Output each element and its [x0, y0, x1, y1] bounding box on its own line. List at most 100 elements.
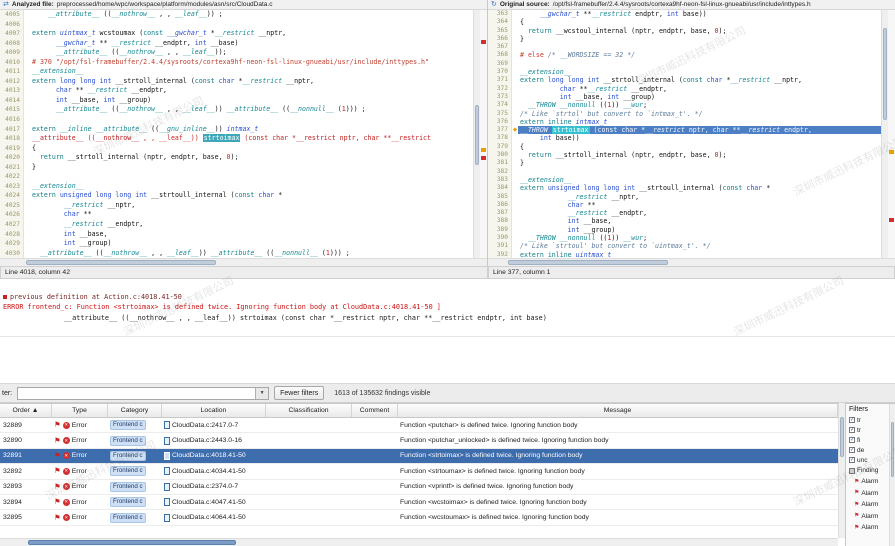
code-line[interactable]: 379{: [488, 143, 881, 151]
filter-checkbox-item[interactable]: ✓fi: [846, 435, 895, 445]
right-vertical-scrollbar-thumb[interactable]: [883, 28, 887, 120]
code-line[interactable]: 4009 __attribute__ ((__nothrow__ , , __l…: [0, 48, 473, 58]
column-header-type[interactable]: Type: [52, 404, 108, 417]
left-horizontal-scrollbar-thumb[interactable]: [26, 260, 216, 265]
code-line[interactable]: 385 __restrict __nptr,: [488, 193, 881, 201]
table-row[interactable]: 32889⚑✕ErrorFrontend cCloudData.c:2417.0…: [0, 418, 838, 433]
code-line[interactable]: 367: [488, 43, 881, 51]
code-line[interactable]: 4019{: [0, 144, 473, 154]
error-mark-tick[interactable]: [481, 40, 486, 44]
fewer-filters-button[interactable]: Fewer filters: [274, 386, 324, 400]
code-line[interactable]: 4016: [0, 115, 473, 125]
code-line[interactable]: 4012extern long long int __strtoll_inter…: [0, 77, 473, 87]
code-line[interactable]: 377◆__THROW strtoimax (const char *__res…: [488, 126, 881, 134]
filters-panel-scrollbar[interactable]: [889, 404, 895, 546]
table-vertical-scrollbar[interactable]: [838, 403, 845, 538]
right-horizontal-scrollbar[interactable]: [488, 258, 895, 266]
column-header-location[interactable]: Location: [162, 404, 266, 417]
filter-group-finding[interactable]: Finding: [846, 465, 895, 476]
filter-checkbox-item[interactable]: ✓de: [846, 445, 895, 455]
warning-mark-tick[interactable]: [889, 150, 894, 154]
code-line[interactable]: 381}: [488, 159, 881, 167]
left-vertical-scrollbar-thumb[interactable]: [475, 105, 479, 165]
code-line[interactable]: 384extern unsigned long long int __strto…: [488, 184, 881, 192]
table-horizontal-scrollbar-thumb[interactable]: [28, 540, 236, 545]
code-line[interactable]: 374 __THROW __nonnull ((1)) __wur;: [488, 101, 881, 109]
filter-checkbox-item[interactable]: ✓tr: [846, 425, 895, 435]
table-vertical-scrollbar-thumb[interactable]: [840, 417, 844, 457]
filter-checkbox-item[interactable]: ✓unc: [846, 455, 895, 465]
checkbox[interactable]: ✓: [849, 437, 855, 443]
column-header-category[interactable]: Category: [108, 404, 162, 417]
filter-checkbox-item[interactable]: ✓tr: [846, 415, 895, 425]
filter-combobox[interactable]: ▼: [17, 387, 269, 400]
code-line[interactable]: 4014 int __base, int __group): [0, 96, 473, 106]
code-line[interactable]: 387 __restrict __endptr,: [488, 209, 881, 217]
checkbox[interactable]: ✓: [849, 447, 855, 453]
sync-panes-icon[interactable]: ⇄: [3, 1, 9, 8]
code-line[interactable]: 382: [488, 168, 881, 176]
code-line[interactable]: 4011__extension__: [0, 67, 473, 77]
table-row[interactable]: 32894⚑✕ErrorFrontend cCloudData.c:4047.4…: [0, 495, 838, 510]
column-header-order[interactable]: Order ▲: [0, 404, 52, 417]
tristate-checkbox[interactable]: [849, 468, 855, 474]
code-line[interactable]: 370__extension__: [488, 68, 881, 76]
code-line[interactable]: 4015 __attribute__ ((__nothrow__ , , __l…: [0, 105, 473, 115]
refresh-icon[interactable]: ↻: [491, 1, 497, 8]
code-line[interactable]: 390 __THROW __nonnull ((1)) __wur;: [488, 234, 881, 242]
filter-tree-item-alarm[interactable]: ⚑Alarm: [846, 511, 895, 523]
right-horizontal-scrollbar-thumb[interactable]: [508, 260, 668, 265]
right-vertical-scrollbar[interactable]: [881, 10, 888, 258]
code-line[interactable]: 365 return __wcstoul_internal (nptr, end…: [488, 27, 881, 35]
code-line[interactable]: 364{: [488, 18, 881, 26]
code-line[interactable]: 4010# 370 "/opt/fsl-framebuffer/2.4.4/sy…: [0, 58, 473, 68]
code-line[interactable]: 4020 return __strtoll_internal (nptr, en…: [0, 153, 473, 163]
original-source-body[interactable]: 363 __gwchar_t **__restrict endptr, int …: [488, 10, 895, 258]
checkbox[interactable]: ✓: [849, 457, 855, 463]
code-line[interactable]: 372 char **__restrict __endptr,: [488, 85, 881, 93]
table-row[interactable]: 32893⚑✕ErrorFrontend cCloudData.c:2374.0…: [0, 480, 838, 495]
filters-panel-scrollbar-thumb[interactable]: [891, 422, 894, 477]
column-header-classification[interactable]: Classification: [266, 404, 352, 417]
analyzed-code-lines[interactable]: 4005 __attribute__ ((__nothrow__ , , __l…: [0, 10, 473, 258]
table-row[interactable]: 32891⚑✕ErrorFrontend cCloudData.c:4018.4…: [0, 449, 838, 464]
chevron-down-icon[interactable]: ▼: [255, 388, 268, 399]
error-mark-tick[interactable]: [481, 156, 486, 160]
left-horizontal-scrollbar[interactable]: [0, 258, 487, 266]
left-vertical-scrollbar[interactable]: [473, 10, 480, 258]
code-line[interactable]: 375/* Like `strtol' but convert to `intm…: [488, 110, 881, 118]
checkbox[interactable]: ✓: [849, 427, 855, 433]
analyzed-file-body[interactable]: 4005 __attribute__ ((__nothrow__ , , __l…: [0, 10, 487, 258]
table-row[interactable]: 32892⚑✕ErrorFrontend cCloudData.c:4034.4…: [0, 464, 838, 479]
error-message-line[interactable]: ERROR frontend_c: Function <strtoimax> i…: [0, 303, 895, 311]
code-line[interactable]: 389 int __group): [488, 226, 881, 234]
error-mark-tick[interactable]: [889, 218, 894, 222]
code-line[interactable]: 378 int base)): [488, 134, 881, 142]
code-line[interactable]: 4023__extension__: [0, 182, 473, 192]
checkbox[interactable]: ✓: [849, 417, 855, 423]
code-line[interactable]: 369: [488, 60, 881, 68]
table-horizontal-scrollbar[interactable]: [0, 538, 838, 546]
code-line[interactable]: 4007extern uintmax_t wcstoumax (const __…: [0, 29, 473, 39]
code-line[interactable]: 4013 char ** __restrict __endptr,: [0, 86, 473, 96]
code-line[interactable]: 4008 __gwchar_t ** __restrict __endptr, …: [0, 39, 473, 49]
code-line[interactable]: 4024extern unsigned long long int __strt…: [0, 191, 473, 201]
code-line[interactable]: 388 int __base,: [488, 217, 881, 225]
code-line[interactable]: 4005 __attribute__ ((__nothrow__ , , __l…: [0, 10, 473, 20]
code-line[interactable]: 383__extension__: [488, 176, 881, 184]
code-line[interactable]: 373 int __base, int __group): [488, 93, 881, 101]
code-line[interactable]: 4025 __restrict __nptr,: [0, 201, 473, 211]
code-line[interactable]: 386 char **: [488, 201, 881, 209]
original-code-lines[interactable]: 363 __gwchar_t **__restrict endptr, int …: [488, 10, 881, 258]
code-line[interactable]: 4027 __restrict __endptr,: [0, 220, 473, 230]
filter-tree-item-alarm[interactable]: ⚑Alarm: [846, 476, 895, 488]
code-line[interactable]: 4017extern __inline __attribute__ ((__gn…: [0, 125, 473, 135]
filter-tree-item-alarm[interactable]: ⚑Alarm: [846, 499, 895, 511]
code-line[interactable]: 4030 __attribute__ ((__nothrow__ , , __l…: [0, 249, 473, 258]
code-line[interactable]: 4026 char **: [0, 210, 473, 220]
filter-tree-item-alarm[interactable]: ⚑Alarm: [846, 488, 895, 500]
code-line[interactable]: 371extern long long int __strtoll_intern…: [488, 76, 881, 84]
table-row[interactable]: 32890⚑✕ErrorFrontend cCloudData.c:2443.0…: [0, 433, 838, 448]
column-header-comment[interactable]: Comment: [352, 404, 398, 417]
code-line[interactable]: 376extern inline intmax_t: [488, 118, 881, 126]
